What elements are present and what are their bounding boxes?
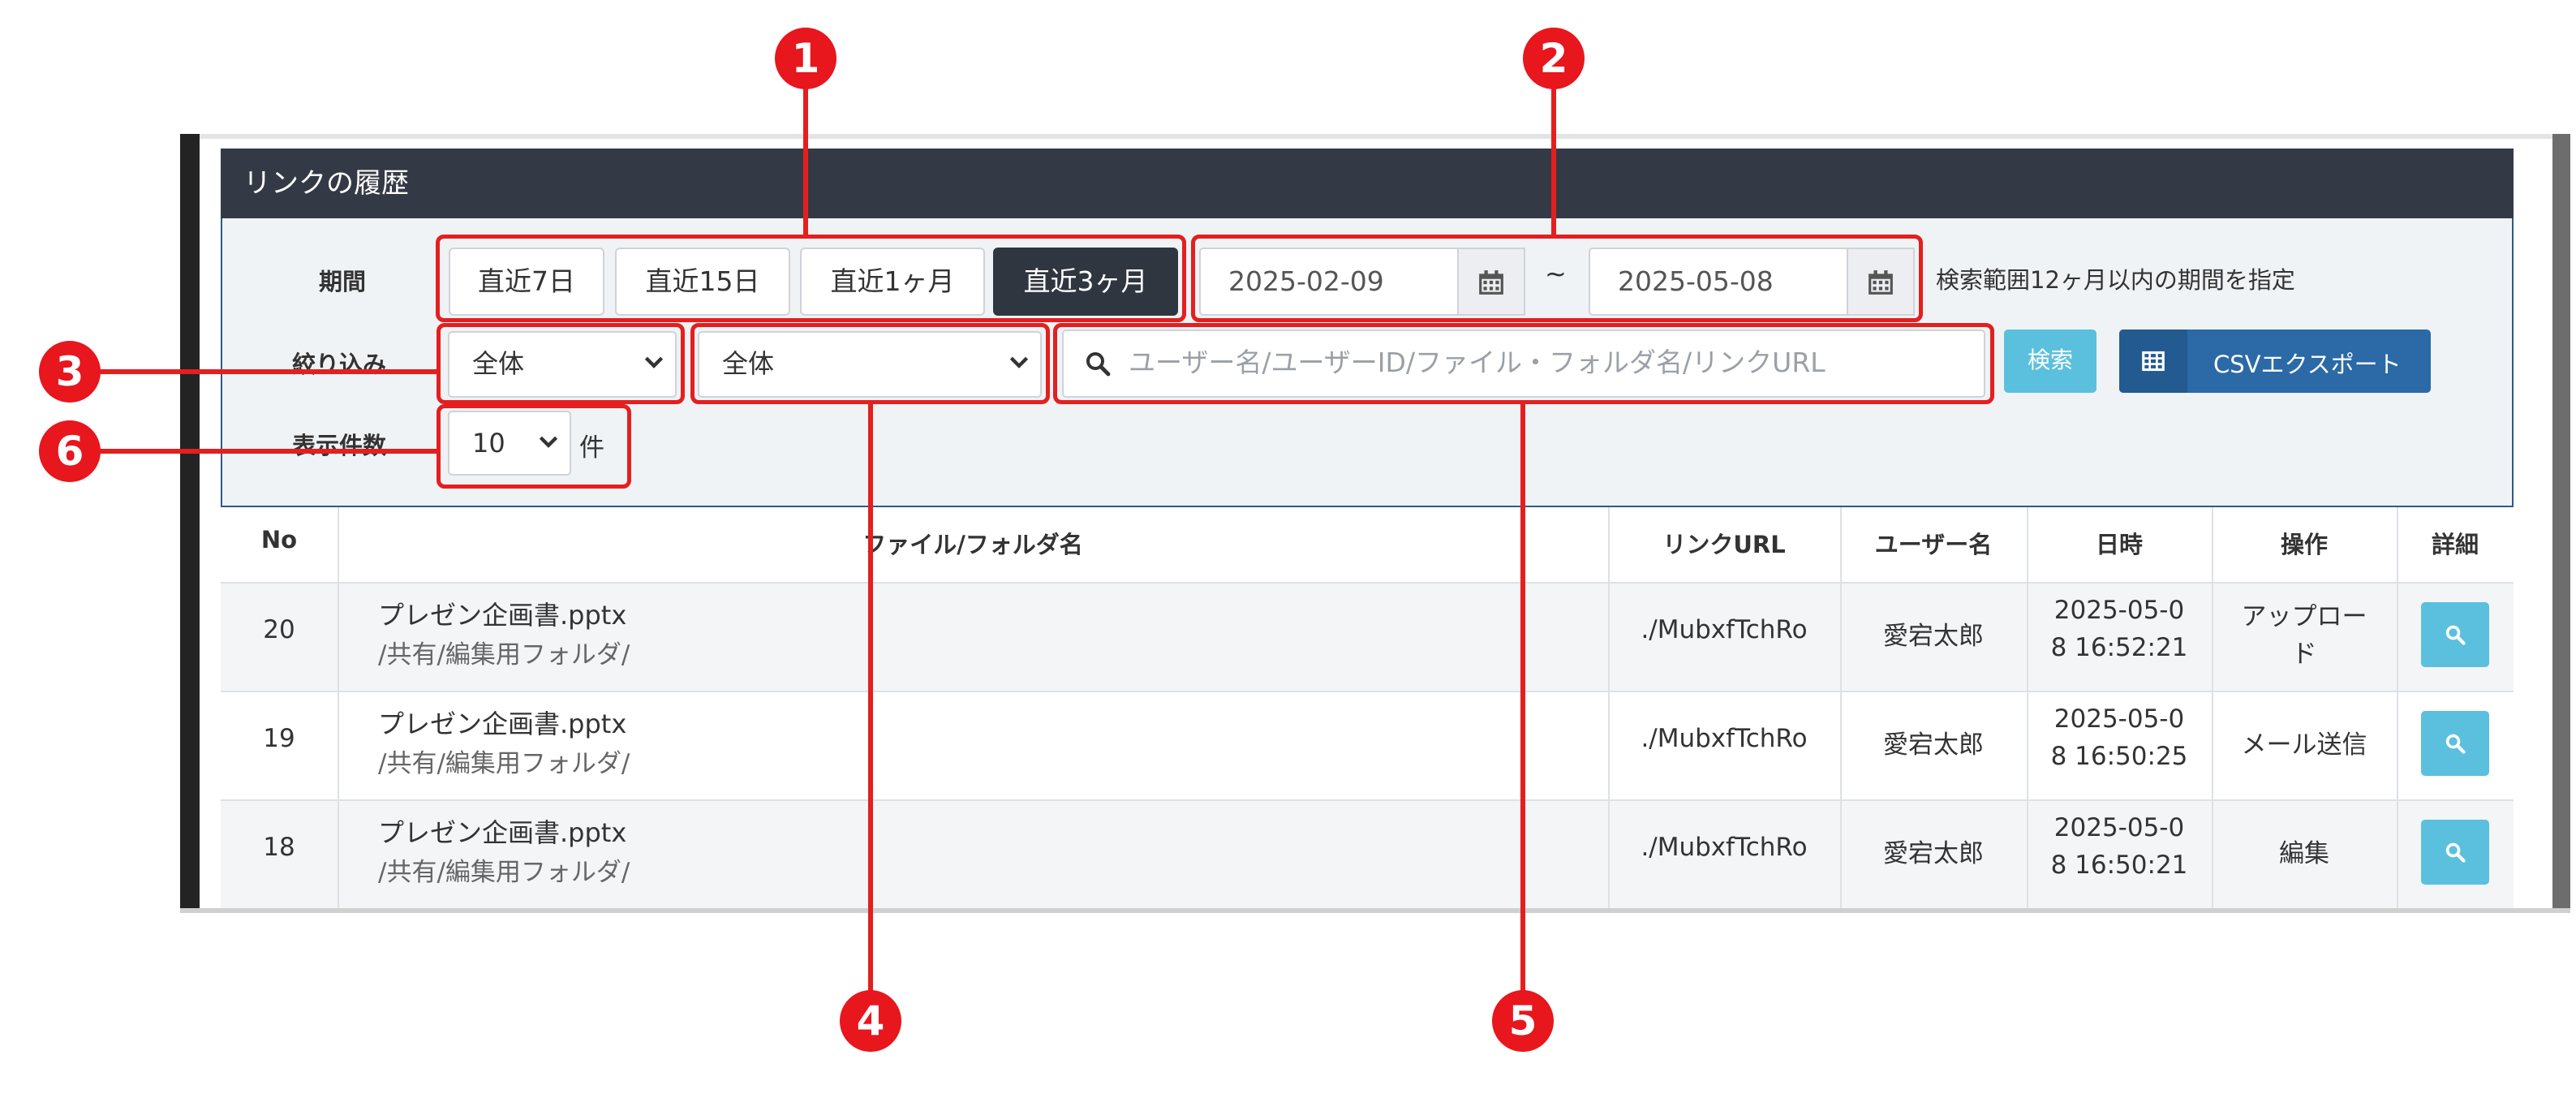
row-file-path: /共有/編集用フォルダ/	[378, 749, 630, 778]
row-datetime-line2: 8 16:50:21	[2050, 851, 2188, 880]
annotation-box-6	[437, 404, 631, 489]
callout-3: 3	[39, 341, 101, 403]
row-datetime-line2: 8 16:50:25	[2050, 742, 2188, 771]
narrow-label: 絞り込み	[292, 351, 387, 378]
search-icon	[2445, 734, 2466, 754]
row-user-name: 愛宕太郎	[1883, 730, 1984, 760]
col-header-operation: 操作	[2280, 531, 2328, 558]
search-button[interactable]: 検索	[2004, 330, 2096, 393]
callout-2: 2	[1523, 28, 1585, 89]
col-header-detail: 詳細	[2431, 531, 2479, 558]
row-datetime-line1: 2025-05-0	[2053, 704, 2185, 734]
annotation-box-4	[690, 323, 1050, 404]
annotation-line-3	[96, 369, 437, 374]
col-header-file: ファイル/フォルダ名	[862, 531, 1083, 558]
row-operation-line1: アップロー	[2241, 602, 2367, 631]
annotation-line-6	[96, 449, 437, 454]
annotation-box-3	[437, 323, 685, 404]
row-user-name: 愛宕太郎	[1883, 839, 1984, 868]
callout-1: 1	[775, 28, 836, 89]
col-header-user: ユーザー名	[1874, 531, 1993, 558]
search-icon	[2445, 842, 2466, 863]
row-operation-line1: 編集	[2279, 839, 2329, 868]
date-range-note: 検索範囲12ヶ月以内の期間を指定	[1936, 266, 2295, 294]
callout-4: 4	[840, 990, 901, 1052]
annotation-line-2	[1551, 88, 1556, 235]
window-scrollbar[interactable]	[2552, 134, 2570, 913]
row-detail-button[interactable]	[2421, 602, 2489, 667]
annotation-box-5	[1053, 323, 1994, 404]
csv-export-button[interactable]: CSVエクスポート	[2119, 330, 2431, 393]
window-bottom-edge	[180, 908, 2570, 913]
col-separator	[2397, 507, 2398, 908]
row-link-url: ./MubxfTchRo	[1641, 833, 1808, 862]
table-icon	[2142, 351, 2165, 372]
row-no: 20	[263, 615, 295, 644]
row-no: 18	[263, 833, 295, 862]
row-file-name[interactable]: プレゼン企画書.pptx	[378, 704, 626, 741]
row-file-name[interactable]: プレゼン企画書.pptx	[378, 812, 626, 850]
row-file-path: /共有/編集用フォルダ/	[378, 858, 630, 887]
row-detail-button[interactable]	[2421, 711, 2489, 776]
annotation-box-1	[436, 235, 1186, 322]
row-user-name: 愛宕太郎	[1883, 622, 1984, 651]
col-separator	[338, 507, 339, 908]
row-file-path: /共有/編集用フォルダ/	[378, 640, 630, 670]
callout-6: 6	[39, 420, 101, 482]
csv-export-label: CSVエクスポート	[2213, 351, 2402, 378]
row-link-url: ./MubxfTchRo	[1641, 724, 1808, 753]
row-no: 19	[263, 724, 295, 753]
annotation-line-4	[868, 404, 873, 997]
annotation-line-5	[1520, 404, 1525, 997]
col-header-url: リンクURL	[1662, 531, 1786, 558]
window-top-edge	[200, 134, 2552, 139]
search-icon	[2445, 625, 2466, 645]
row-file-name[interactable]: プレゼン企画書.pptx	[378, 595, 626, 632]
row-operation-line1: メール送信	[2241, 730, 2367, 760]
callout-5: 5	[1492, 990, 1554, 1052]
annotation-box-2	[1191, 235, 1923, 322]
col-header-no: No	[260, 526, 298, 554]
panel-title: リンクの履歴	[221, 149, 2514, 218]
row-detail-button[interactable]	[2421, 820, 2489, 885]
window-left-edge	[180, 134, 200, 913]
count-label: 表示件数	[292, 432, 387, 459]
row-link-url: ./MubxfTchRo	[1641, 615, 1808, 644]
table-icon-box	[2119, 330, 2187, 393]
col-header-datetime: 日時	[2095, 531, 2143, 558]
row-operation-line2: ド	[2291, 640, 2317, 669]
row-datetime-line2: 8 16:52:21	[2050, 633, 2188, 662]
row-datetime-line1: 2025-05-0	[2053, 596, 2185, 625]
annotation-line-1	[803, 88, 808, 235]
row-datetime-line1: 2025-05-0	[2053, 813, 2185, 842]
period-label: 期間	[319, 268, 367, 295]
